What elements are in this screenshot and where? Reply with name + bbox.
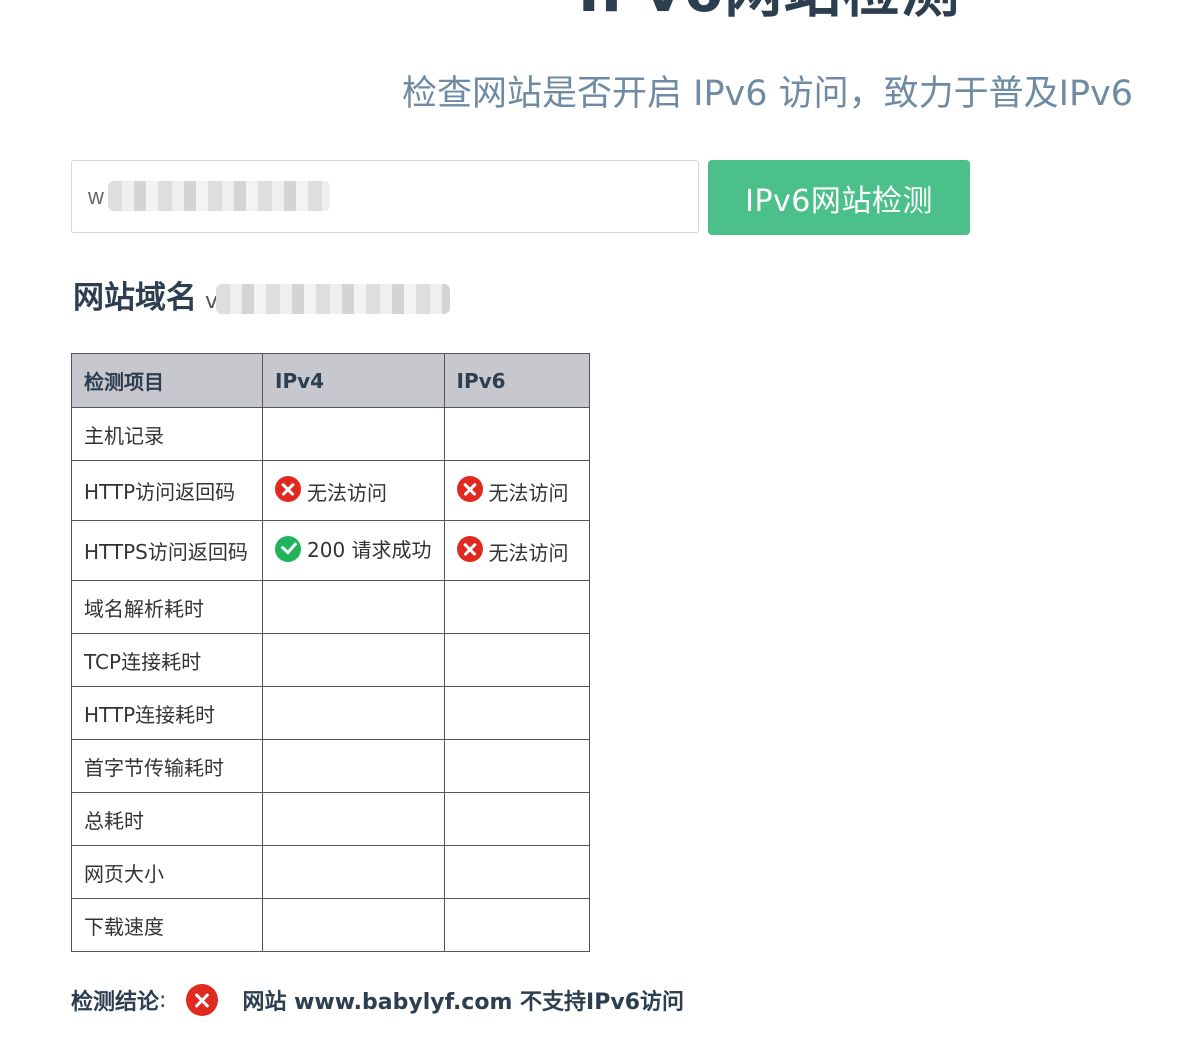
header-ipv4: IPv4 [262,353,445,408]
success-check-icon [275,535,301,562]
row-item-label: TCP连接耗时 [71,633,263,687]
row-item-label: 主机记录 [71,407,263,461]
table-row: HTTP访问返回码 无法访问 无法访问 [71,460,590,521]
ipv4-cell: 无法访问 [262,460,445,521]
result-table: 检测项目 IPv4 IPv6 主机记录 HTTP访问返回码 无法访问 无法访问 [71,353,590,952]
table-row: 首字节传输耗时 [71,739,590,793]
table-row: HTTP连接耗时 [71,686,590,740]
error-circle-icon [456,535,483,562]
ipv4-cell [262,845,445,899]
ipv4-cell: 200 请求成功 [262,520,445,581]
ipv6-status: 无法访问 [456,474,569,506]
ipv6-cell [443,633,590,687]
ipv6-check-button[interactable]: IPv6网站检测 [708,160,970,235]
row-item-label: 首字节传输耗时 [71,739,263,793]
ipv4-cell [262,792,445,846]
table-row: 总耗时 [71,792,590,846]
table-row: 网页大小 [71,845,590,899]
ipv4-cell [262,633,445,687]
redacted-domain-text [216,284,450,314]
row-item-label: HTTP访问返回码 [71,460,263,521]
row-item-label: HTTP连接耗时 [71,686,263,740]
conclusion-colon: : [159,987,167,1013]
header-item: 检测项目 [71,353,263,408]
conclusion: 检测结论: 网站 www.babylyf.com 不支持IPv6访问 [71,982,684,1018]
ipv4-cell [262,407,445,461]
conclusion-text: 网站 www.babylyf.com 不支持IPv6访问 [242,990,685,1015]
ipv6-cell: 无法访问 [443,520,590,581]
ipv6-cell [443,792,590,846]
ipv4-status: 200 请求成功 [275,534,432,563]
ipv6-cell [443,407,590,461]
row-item-label: 网页大小 [71,845,263,899]
ipv4-cell [262,739,445,793]
domain-label: 网站域名 [73,280,197,316]
ipv6-status: 无法访问 [456,534,569,566]
ipv4-status: 无法访问 [275,474,387,506]
status-text: 无法访问 [307,481,387,506]
page-title: IPv6网站检测 [578,0,960,26]
error-circle-icon [186,984,219,1016]
domain-heading: 网站域名 v [73,276,218,324]
row-item-label: 总耗时 [71,792,263,846]
header-ipv6: IPv6 [443,353,590,408]
ipv6-cell [443,845,590,899]
table-row: 域名解析耗时 [71,580,590,634]
ipv6-cell [443,580,590,634]
ipv4-cell [262,580,445,634]
table-row: HTTPS访问返回码 200 请求成功 无法访问 [71,520,590,581]
table-row: 主机记录 [71,407,590,461]
ipv6-cell [443,898,590,952]
ipv4-cell [262,686,445,740]
error-circle-icon [456,475,483,502]
row-item-label: 下载速度 [71,898,263,952]
redacted-input-text [108,181,330,211]
status-text: 200 请求成功 [307,538,432,563]
status-text: 无法访问 [488,541,569,566]
row-item-label: 域名解析耗时 [71,580,263,634]
ipv6-cell [443,686,590,740]
ipv6-cell: 无法访问 [443,460,590,521]
page-subtitle: 检查网站是否开启 IPv6 访问，致力于普及IPv6 [402,74,1134,114]
row-item-label: HTTPS访问返回码 [71,520,263,581]
table-header-row: 检测项目 IPv4 IPv6 [71,353,590,408]
ipv4-cell [262,898,445,952]
error-circle-icon [275,475,301,502]
status-text: 无法访问 [488,481,569,506]
table-row: 下载速度 [71,898,590,952]
table-row: TCP连接耗时 [71,633,590,687]
ipv6-cell [443,739,590,793]
conclusion-label: 检测结论 [71,990,160,1015]
